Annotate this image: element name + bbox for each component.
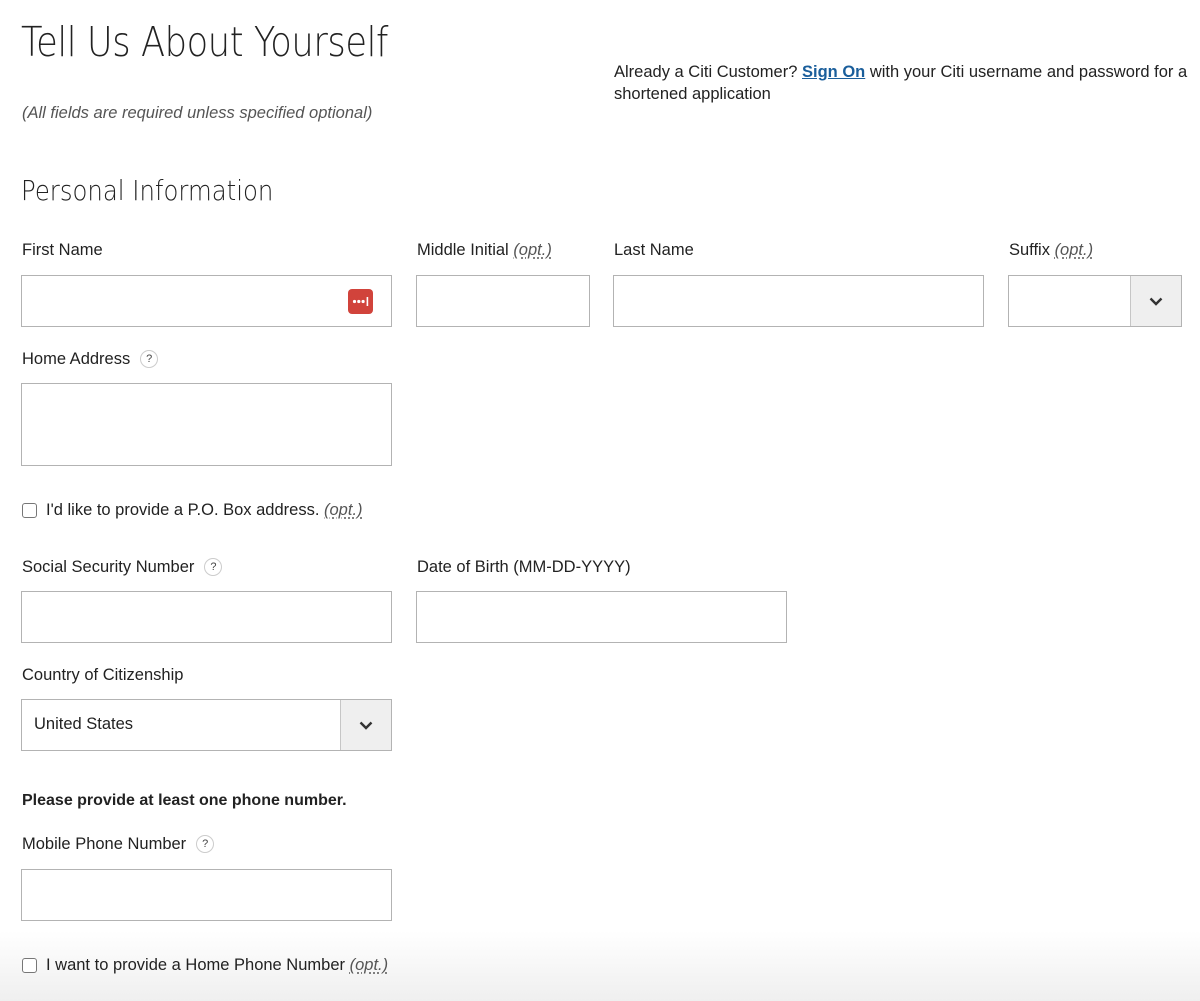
first-name-input[interactable] [21,275,392,327]
po-box-label-text: I'd like to provide a P.O. Box address. [46,501,320,519]
sign-on-link[interactable]: Sign On [802,63,865,81]
citizenship-label: Country of Citizenship [22,666,183,685]
help-icon[interactable]: ? [204,557,223,576]
page-title: Tell Us About Yourself [21,18,388,66]
home-address-label-text: Home Address [22,350,131,368]
optional-marker: (opt.) [349,956,389,974]
suffix-select[interactable] [1008,275,1182,327]
home-address-input[interactable] [21,383,392,466]
middle-initial-label: Middle Initial (opt.) [417,241,552,260]
po-box-option: I'd like to provide a P.O. Box address. … [22,501,363,520]
citizenship-select[interactable]: United States [21,699,392,751]
citizenship-dropdown-button[interactable] [340,700,391,750]
citizenship-selected-value: United States [34,715,134,733]
first-name-label-text: First Name [22,241,103,259]
mobile-phone-label: Mobile Phone Number? [22,834,215,854]
help-icon[interactable]: ? [196,834,215,853]
help-icon[interactable]: ? [140,349,159,368]
last-name-input[interactable] [613,275,984,327]
mobile-phone-label-text: Mobile Phone Number [22,835,187,853]
home-phone-checkbox[interactable] [22,958,37,973]
middle-initial-input[interactable] [416,275,590,327]
last-name-label-text: Last Name [614,241,694,259]
dob-label-text: Date of Birth (MM-DD-YYYY) [417,558,631,576]
dob-input[interactable] [416,591,787,643]
suffix-label: Suffix (opt.) [1009,241,1093,260]
home-phone-option: I want to provide a Home Phone Number (o… [22,956,388,975]
ssn-label-text: Social Security Number [22,558,195,576]
dob-label: Date of Birth (MM-DD-YYYY) [417,558,631,577]
middle-initial-label-text: Middle Initial [417,241,509,259]
phone-requirement-note: Please provide at least one phone number… [22,792,347,809]
chevron-down-icon [1149,297,1163,306]
mobile-phone-input[interactable] [21,869,392,921]
ssn-label: Social Security Number? [22,557,223,577]
required-fields-note: (All fields are required unless specifie… [22,104,373,122]
last-name-label: Last Name [614,241,694,260]
citizenship-label-text: Country of Citizenship [22,666,184,684]
home-phone-label-text: I want to provide a Home Phone Number [46,956,345,974]
lastpass-icon[interactable] [348,289,373,314]
po-box-checkbox[interactable] [22,503,37,518]
po-box-label: I'd like to provide a P.O. Box address. … [46,501,363,520]
suffix-dropdown-button[interactable] [1130,276,1181,326]
ssn-input[interactable] [21,591,392,643]
signon-prefix: Already a Citi Customer? [614,63,802,81]
first-name-label: First Name [22,241,103,260]
optional-marker: (opt.) [324,501,363,519]
section-title-personal-information: Personal Information [21,174,274,207]
home-phone-label: I want to provide a Home Phone Number (o… [46,956,388,975]
chevron-down-icon [359,721,373,730]
suffix-label-text: Suffix [1009,241,1050,259]
signon-note: Already a Citi Customer? Sign On with yo… [614,61,1194,105]
optional-marker: (opt.) [513,241,552,259]
home-address-label: Home Address? [22,349,159,369]
optional-marker: (opt.) [1054,241,1094,259]
